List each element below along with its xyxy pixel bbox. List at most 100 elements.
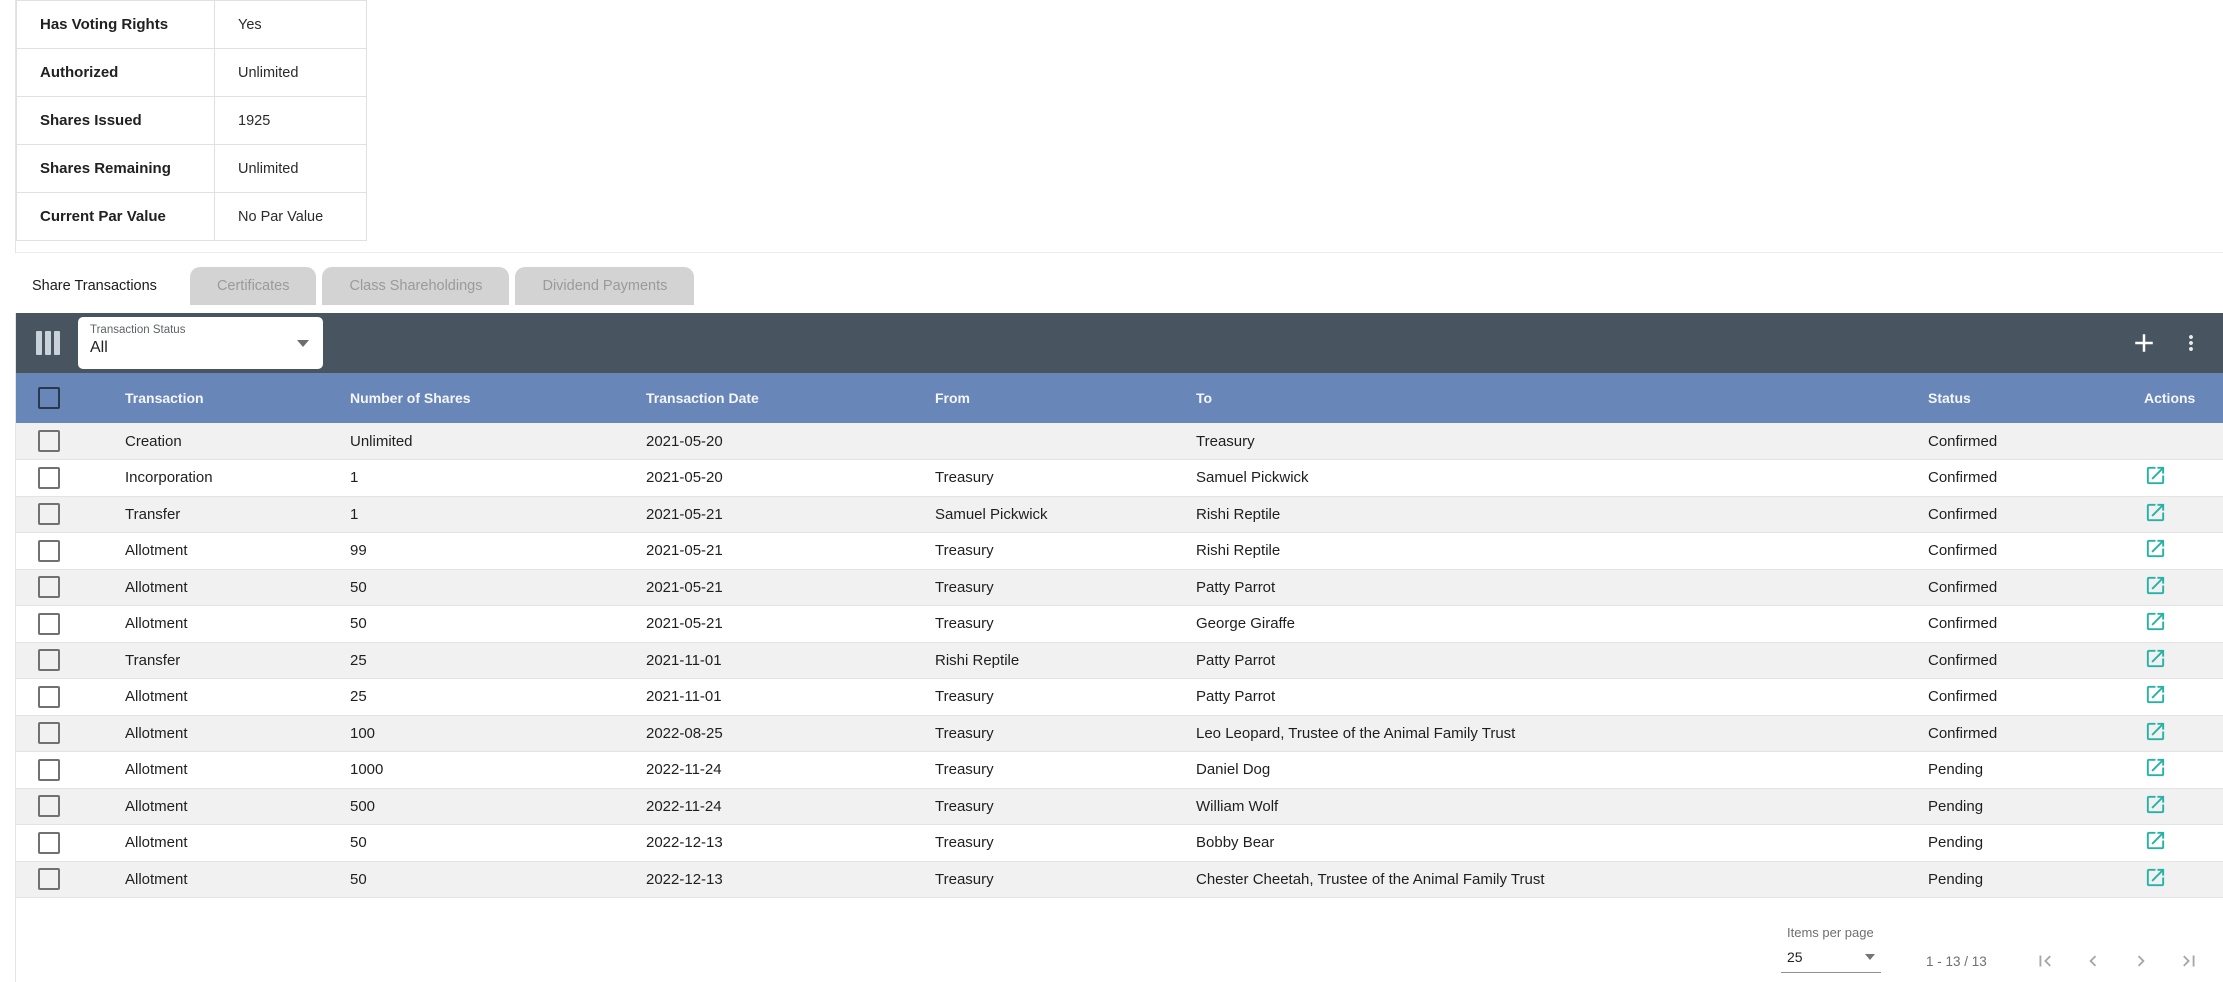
cell-from: Treasury bbox=[920, 752, 1180, 789]
items-per-page-label: Items per page bbox=[1787, 925, 2200, 940]
cell-to: Chester Cheetah, Trustee of the Animal F… bbox=[1180, 861, 1913, 898]
open-in-new-icon[interactable] bbox=[2144, 574, 2167, 597]
cell-status: Confirmed bbox=[1913, 496, 2121, 533]
row-checkbox[interactable] bbox=[38, 759, 60, 781]
open-in-new-icon[interactable] bbox=[2144, 756, 2167, 779]
items-per-page-select[interactable]: 25 bbox=[1781, 949, 1881, 973]
tab-dividend-payments[interactable]: Dividend Payments bbox=[515, 267, 694, 305]
filter-value: All bbox=[90, 339, 311, 357]
cell-from: Treasury bbox=[920, 788, 1180, 825]
summary-row: Shares Issued 1925 bbox=[17, 97, 367, 145]
cell-transaction-date: 2021-11-01 bbox=[630, 642, 920, 679]
row-checkbox[interactable] bbox=[38, 686, 60, 708]
row-checkbox[interactable] bbox=[38, 467, 60, 489]
row-checkbox[interactable] bbox=[38, 649, 60, 671]
row-checkbox[interactable] bbox=[38, 795, 60, 817]
row-checkbox[interactable] bbox=[38, 868, 60, 890]
cell-transaction-date: 2021-05-20 bbox=[630, 423, 920, 460]
cell-from: Treasury bbox=[920, 460, 1180, 497]
cell-number-of-shares: 1 bbox=[335, 496, 630, 533]
row-checkbox[interactable] bbox=[38, 503, 60, 525]
tab-share-transactions[interactable]: Share Transactions bbox=[5, 267, 184, 305]
row-checkbox[interactable] bbox=[38, 576, 60, 598]
kebab-menu-icon[interactable] bbox=[2179, 330, 2203, 356]
share-class-summary-card: Has Voting Rights Yes Authorized Unlimit… bbox=[15, 0, 2223, 253]
cell-transaction-date: 2022-11-24 bbox=[630, 752, 920, 789]
summary-label: Authorized bbox=[17, 49, 215, 97]
summary-value: No Par Value bbox=[215, 193, 367, 241]
summary-value: Yes bbox=[215, 1, 367, 49]
open-in-new-icon[interactable] bbox=[2144, 464, 2167, 487]
row-checkbox[interactable] bbox=[38, 540, 60, 562]
transaction-row: Creation Unlimited 2021-05-20 Treasury C… bbox=[16, 423, 2223, 460]
cell-from: Treasury bbox=[920, 533, 1180, 570]
row-checkbox[interactable] bbox=[38, 430, 60, 452]
cell-number-of-shares: 500 bbox=[335, 788, 630, 825]
last-page-icon[interactable] bbox=[2178, 950, 2200, 972]
transaction-row: Incorporation 1 2021-05-20 Treasury Samu… bbox=[16, 460, 2223, 497]
cell-transaction-date: 2021-05-21 bbox=[630, 569, 920, 606]
cell-status: Pending bbox=[1913, 752, 2121, 789]
cell-transaction-date: 2021-05-21 bbox=[630, 606, 920, 643]
cell-transaction: Allotment bbox=[110, 533, 335, 570]
cell-number-of-shares: Unlimited bbox=[335, 423, 630, 460]
cell-transaction: Allotment bbox=[110, 861, 335, 898]
open-in-new-icon[interactable] bbox=[2144, 793, 2167, 816]
transaction-row: Allotment 50 2022-12-13 Treasury Bobby B… bbox=[16, 825, 2223, 862]
open-in-new-icon[interactable] bbox=[2144, 829, 2167, 852]
items-per-page-value: 25 bbox=[1787, 949, 1803, 965]
open-in-new-icon[interactable] bbox=[2144, 866, 2167, 889]
cell-transaction: Incorporation bbox=[110, 460, 335, 497]
transaction-row: Allotment 500 2022-11-24 Treasury Willia… bbox=[16, 788, 2223, 825]
cell-from: Treasury bbox=[920, 679, 1180, 716]
summary-row: Has Voting Rights Yes bbox=[17, 1, 367, 49]
cell-to: Rishi Reptile bbox=[1180, 496, 1913, 533]
cell-transaction-date: 2021-05-21 bbox=[630, 533, 920, 570]
add-icon[interactable] bbox=[2129, 328, 2159, 358]
first-page-icon[interactable] bbox=[2034, 950, 2056, 972]
cell-transaction-date: 2021-05-21 bbox=[630, 496, 920, 533]
transaction-status-filter[interactable]: Transaction Status All bbox=[78, 317, 323, 369]
summary-value: Unlimited bbox=[215, 49, 367, 97]
page-range-label: 1 - 13 / 13 bbox=[1926, 954, 2000, 969]
chevron-left-icon[interactable] bbox=[2082, 950, 2104, 972]
tab-certificates[interactable]: Certificates bbox=[190, 267, 317, 305]
cell-transaction-date: 2022-12-13 bbox=[630, 825, 920, 862]
cell-transaction-date: 2022-12-13 bbox=[630, 861, 920, 898]
tab-class-shareholdings[interactable]: Class Shareholdings bbox=[322, 267, 509, 305]
cell-number-of-shares: 50 bbox=[335, 569, 630, 606]
chevron-right-icon[interactable] bbox=[2130, 950, 2152, 972]
transaction-row: Allotment 50 2022-12-13 Treasury Chester… bbox=[16, 861, 2223, 898]
view-columns-icon[interactable] bbox=[36, 331, 60, 355]
filter-label: Transaction Status bbox=[90, 324, 311, 336]
paginator: Items per page 25 1 - 13 / 13 bbox=[1781, 925, 2200, 973]
cell-transaction: Transfer bbox=[110, 496, 335, 533]
cell-transaction-date: 2021-05-20 bbox=[630, 460, 920, 497]
cell-to: Patty Parrot bbox=[1180, 642, 1913, 679]
cell-transaction: Allotment bbox=[110, 825, 335, 862]
open-in-new-icon[interactable] bbox=[2144, 501, 2167, 524]
cell-transaction: Allotment bbox=[110, 606, 335, 643]
open-in-new-icon[interactable] bbox=[2144, 720, 2167, 743]
open-in-new-icon[interactable] bbox=[2144, 610, 2167, 633]
summary-label: Shares Remaining bbox=[17, 145, 215, 193]
transactions-table: Transaction Number of Shares Transaction… bbox=[16, 373, 2223, 898]
cell-to: William Wolf bbox=[1180, 788, 1913, 825]
cell-status: Pending bbox=[1913, 861, 2121, 898]
open-in-new-icon[interactable] bbox=[2144, 537, 2167, 560]
select-all-checkbox[interactable] bbox=[38, 387, 60, 409]
cell-transaction: Allotment bbox=[110, 715, 335, 752]
summary-label: Current Par Value bbox=[17, 193, 215, 241]
cell-to: Bobby Bear bbox=[1180, 825, 1913, 862]
row-checkbox[interactable] bbox=[38, 722, 60, 744]
open-in-new-icon[interactable] bbox=[2144, 683, 2167, 706]
dropdown-caret-icon bbox=[1865, 954, 1875, 960]
cell-to: Samuel Pickwick bbox=[1180, 460, 1913, 497]
open-in-new-icon[interactable] bbox=[2144, 647, 2167, 670]
row-checkbox[interactable] bbox=[38, 832, 60, 854]
cell-transaction: Transfer bbox=[110, 642, 335, 679]
row-checkbox[interactable] bbox=[38, 613, 60, 635]
transaction-row: Allotment 100 2022-08-25 Treasury Leo Le… bbox=[16, 715, 2223, 752]
cell-status: Confirmed bbox=[1913, 642, 2121, 679]
cell-to: Rishi Reptile bbox=[1180, 533, 1913, 570]
